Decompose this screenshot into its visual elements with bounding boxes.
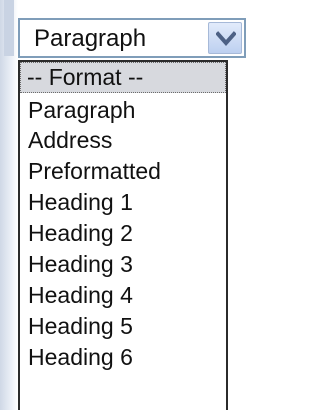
chevron-down-icon [216,31,236,47]
format-select-button[interactable] [208,22,242,54]
format-select[interactable]: Paragraph [18,18,246,58]
format-option-heading-3[interactable]: Heading 3 [20,249,226,280]
format-option-heading-5[interactable]: Heading 5 [20,311,226,342]
format-dropdown-list: -- Format -- Paragraph Address Preformat… [18,60,228,410]
format-option-heading-4[interactable]: Heading 4 [20,280,226,311]
format-option-paragraph[interactable]: Paragraph [20,95,226,126]
format-option-none[interactable]: -- Format -- [20,62,226,93]
format-option-heading-1[interactable]: Heading 1 [20,187,226,218]
window-edge [0,0,18,410]
format-option-address[interactable]: Address [20,125,226,156]
format-option-heading-6[interactable]: Heading 6 [20,342,226,373]
format-option-preformatted[interactable]: Preformatted [20,156,226,187]
format-select-value: Paragraph [34,25,147,52]
format-option-heading-2[interactable]: Heading 2 [20,218,226,249]
